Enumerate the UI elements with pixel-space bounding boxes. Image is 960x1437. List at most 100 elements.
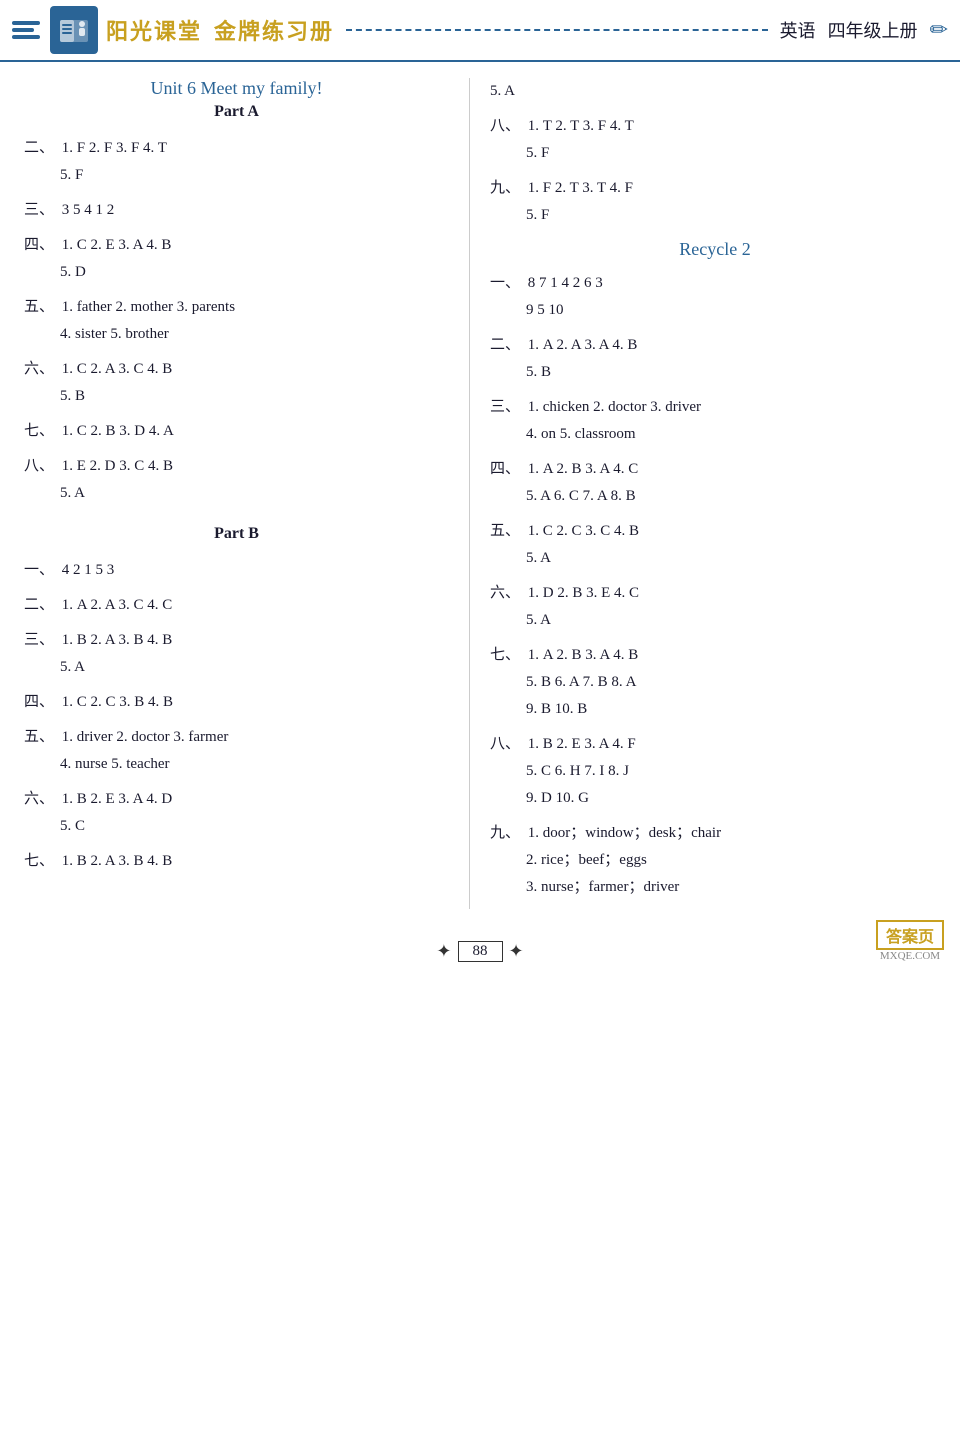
footer-decoration-left: ✦ bbox=[436, 941, 451, 962]
section-qi-partb: 七、 1. B 2. A 3. B 4. B bbox=[24, 848, 449, 875]
section-ba-right-indent: 5. F bbox=[526, 140, 940, 167]
section-yi-recycle-content: 8 7 1 4 2 6 3 bbox=[528, 275, 603, 291]
footer: ✦ 88 ✦ 答案页 MXQE.COM bbox=[0, 941, 960, 970]
section-qi-recycle: 七、 1. A 2. B 3. A 4. B 5. B 6. A 7. B 8.… bbox=[490, 642, 940, 723]
recycle-title: Recycle 2 bbox=[490, 239, 940, 260]
section-5a-top: 5. A bbox=[490, 78, 940, 105]
section-qi-recycle-indent1: 5. B 6. A 7. B 8. A bbox=[526, 669, 940, 696]
section-jiu-recycle-content: 1. door；window；desk；chair bbox=[528, 825, 721, 841]
section-san-partb-label: 三、 bbox=[24, 632, 54, 648]
section-si-partb-label: 四、 bbox=[24, 694, 54, 710]
watermark-bottom-text: MXQE.COM bbox=[880, 950, 940, 962]
section-qi-recycle-content: 1. A 2. B 3. A 4. B bbox=[528, 647, 638, 663]
footer-decoration-right: ✦ bbox=[509, 941, 524, 962]
section-ba-right-label: 八、 bbox=[490, 118, 520, 134]
section-yi-partb: 一、 4 2 1 5 3 bbox=[24, 557, 449, 584]
section-ba-recycle-indent1: 5. C 6. H 7. I 8. J bbox=[526, 758, 940, 785]
header-grade: 四年级上册 bbox=[828, 17, 918, 43]
section-wu-recycle-label: 五、 bbox=[490, 523, 520, 539]
section-liu-label: 六、 bbox=[24, 361, 54, 377]
section-wu-partb-label: 五、 bbox=[24, 729, 54, 745]
section-wu-partb-indent: 4. nurse 5. teacher bbox=[60, 751, 449, 778]
section-wu-recycle-content: 1. C 2. C 3. C 4. B bbox=[528, 523, 639, 539]
section-si-partb: 四、 1. C 2. C 3. B 4. B bbox=[24, 689, 449, 716]
section-jiu-recycle-indent1: 2. rice；beef；eggs bbox=[526, 847, 940, 874]
header-logo: 阳光课堂 金牌练习册 bbox=[12, 6, 334, 54]
header-dotted-line bbox=[346, 29, 768, 31]
footer-page-number: 88 bbox=[458, 941, 503, 962]
section-er-partb: 二、 1. A 2. A 3. C 4. C bbox=[24, 592, 449, 619]
section-ba-label: 八、 bbox=[24, 458, 54, 474]
section-yi-recycle-label: 一、 bbox=[490, 275, 520, 291]
right-column: 5. A 八、 1. T 2. T 3. F 4. T 5. F 九、 1. F… bbox=[470, 78, 960, 909]
section-er-recycle-label: 二、 bbox=[490, 337, 520, 353]
section-san-recycle-indent: 4. on 5. classroom bbox=[526, 421, 940, 448]
watermark-top-text: 答案页 bbox=[876, 920, 944, 950]
part-b-title: Part B bbox=[24, 525, 449, 543]
header-icon bbox=[50, 6, 98, 54]
header-stripes bbox=[12, 21, 40, 39]
stripe-1 bbox=[12, 21, 40, 25]
section-er-recycle-indent: 5. B bbox=[526, 359, 940, 386]
left-column: Unit 6 Meet my family! Part A 二、 1. F 2.… bbox=[0, 78, 470, 909]
section-ba-recycle-indent2: 9. D 10. G bbox=[526, 785, 940, 812]
section-yi-recycle-indent: 9 5 10 bbox=[526, 297, 940, 324]
section-san-label: 三、 bbox=[24, 202, 54, 218]
section-si-recycle-indent1: 5. A 6. C 7. A 8. B bbox=[526, 483, 940, 510]
section-yi-recycle: 一、 8 7 1 4 2 6 3 9 5 10 bbox=[490, 270, 940, 324]
section-ba-recycle-content: 1. B 2. E 3. A 4. F bbox=[528, 736, 636, 752]
section-wu-indent: 4. sister 5. brother bbox=[60, 321, 449, 348]
section-liu-recycle: 六、 1. D 2. B 3. E 4. C 5. A bbox=[490, 580, 940, 634]
section-si-parta: 四、 1. C 2. E 3. A 4. B 5. D bbox=[24, 232, 449, 286]
stripe-2 bbox=[12, 28, 34, 32]
section-liu-recycle-content: 1. D 2. B 3. E 4. C bbox=[528, 585, 639, 601]
section-qi-parta: 七、 1. C 2. B 3. D 4. A bbox=[24, 418, 449, 445]
header-subject: 英语 bbox=[780, 17, 816, 43]
unit-title: Unit 6 Meet my family! bbox=[24, 78, 449, 99]
section-er-partb-label: 二、 bbox=[24, 597, 54, 613]
section-er-partb-content: 1. A 2. A 3. C 4. C bbox=[62, 597, 172, 613]
part-a-title: Part A bbox=[24, 103, 449, 121]
section-jiu-right-indent: 5. F bbox=[526, 202, 940, 229]
section-er-label: 二、 bbox=[24, 140, 54, 156]
section-wu-content: 1. father 2. mother 3. parents bbox=[62, 299, 235, 315]
section-er-parta: 二、 1. F 2. F 3. F 4. T 5. F bbox=[24, 135, 449, 189]
section-liu-content: 1. C 2. A 3. C 4. B bbox=[62, 361, 172, 377]
section-jiu-right: 九、 1. F 2. T 3. T 4. F 5. F bbox=[490, 175, 940, 229]
section-ba-content: 1. E 2. D 3. C 4. B bbox=[62, 458, 173, 474]
section-qi-partb-content: 1. B 2. A 3. B 4. B bbox=[62, 853, 172, 869]
book-icon bbox=[56, 12, 92, 48]
section-san-recycle-label: 三、 bbox=[490, 399, 520, 415]
section-jiu-recycle-label: 九、 bbox=[490, 825, 520, 841]
header-title-sub: 金牌练习册 bbox=[214, 14, 334, 46]
section-qi-partb-label: 七、 bbox=[24, 853, 54, 869]
main-content: Unit 6 Meet my family! Part A 二、 1. F 2.… bbox=[0, 62, 960, 925]
section-wu-partb-content: 1. driver 2. doctor 3. farmer bbox=[62, 729, 229, 745]
section-wu-recycle-indent: 5. A bbox=[526, 545, 940, 572]
header-title-main: 阳光课堂 bbox=[106, 14, 202, 46]
stripe-3 bbox=[12, 35, 40, 39]
section-5a-label: 5. A bbox=[490, 83, 515, 99]
header: 阳光课堂 金牌练习册 英语 四年级上册 ✏ bbox=[0, 0, 960, 62]
section-si-recycle-content: 1. A 2. B 3. A 4. C bbox=[528, 461, 638, 477]
section-liu-indent: 5. B bbox=[60, 383, 449, 410]
section-liu-partb-label: 六、 bbox=[24, 791, 54, 807]
section-san-parta: 三、 3 5 4 1 2 bbox=[24, 197, 449, 224]
section-wu-parta: 五、 1. father 2. mother 3. parents 4. sis… bbox=[24, 294, 449, 348]
section-qi-content: 1. C 2. B 3. D 4. A bbox=[62, 423, 174, 439]
section-si-label: 四、 bbox=[24, 237, 54, 253]
section-san-content: 3 5 4 1 2 bbox=[62, 202, 115, 218]
section-jiu-right-label: 九、 bbox=[490, 180, 520, 196]
section-liu-parta: 六、 1. C 2. A 3. C 4. B 5. B bbox=[24, 356, 449, 410]
section-qi-recycle-indent2: 9. B 10. B bbox=[526, 696, 940, 723]
section-yi-partb-content: 4 2 1 5 3 bbox=[62, 562, 115, 578]
section-san-partb-indent: 5. A bbox=[60, 654, 449, 681]
section-san-partb: 三、 1. B 2. A 3. B 4. B 5. A bbox=[24, 627, 449, 681]
section-san-recycle-content: 1. chicken 2. doctor 3. driver bbox=[528, 399, 701, 415]
section-er-content: 1. F 2. F 3. F 4. T bbox=[62, 140, 167, 156]
section-ba-right-content: 1. T 2. T 3. F 4. T bbox=[528, 118, 634, 134]
section-liu-recycle-label: 六、 bbox=[490, 585, 520, 601]
section-liu-partb-indent: 5. C bbox=[60, 813, 449, 840]
section-ba-recycle-label: 八、 bbox=[490, 736, 520, 752]
section-si-indent: 5. D bbox=[60, 259, 449, 286]
